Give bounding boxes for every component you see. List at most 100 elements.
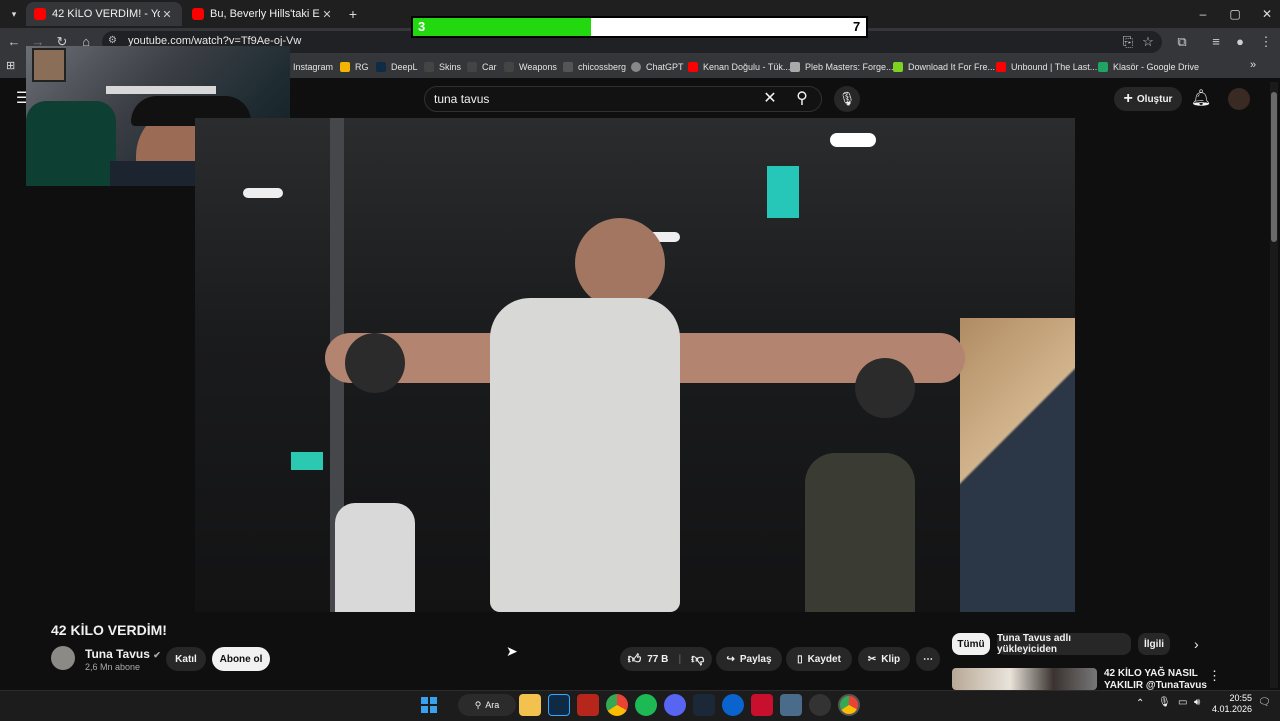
chatgpt-icon	[631, 62, 641, 72]
minimize-button[interactable]: –	[1186, 4, 1220, 24]
mouse-cursor-icon: ➤	[506, 643, 518, 659]
app-icon[interactable]	[751, 694, 773, 716]
notification-center-icon[interactable]: 🗨︎	[1258, 697, 1271, 708]
bookmark-item[interactable]: Weapons	[504, 58, 557, 76]
share-icon: ↪	[726, 653, 735, 665]
bookmark-item[interactable]: Klasör - Google Drive	[1098, 58, 1199, 76]
bookmark-item[interactable]: Pleb Masters: Forge...	[790, 58, 894, 76]
like-count[interactable]: 77 B	[647, 654, 668, 665]
new-tab-button[interactable]: +	[344, 6, 362, 22]
bookmark-favicon-icon	[504, 62, 514, 72]
account-avatar[interactable]	[1228, 88, 1250, 110]
close-window-button[interactable]: ✕	[1250, 4, 1280, 24]
subscribe-button[interactable]: Abone ol	[212, 647, 270, 671]
back-icon[interactable]: ←	[4, 32, 24, 52]
chip-related[interactable]: İlgili	[1138, 633, 1170, 655]
more-bookmarks-icon[interactable]: »	[1250, 59, 1256, 71]
recommendation-menu-icon[interactable]: ⋮	[1208, 668, 1221, 684]
cast-icon[interactable]: ⎘	[1118, 32, 1138, 52]
discord-icon[interactable]	[664, 694, 686, 716]
share-button[interactable]: ↪ Paylaş	[716, 647, 782, 671]
filezilla-icon[interactable]	[577, 694, 599, 716]
bookmark-item[interactable]: Download It For Fre...	[893, 58, 995, 76]
verified-icon: ✔	[153, 650, 161, 660]
bookmark-item[interactable]: RG	[340, 58, 369, 76]
tab-close-icon[interactable]: ✕	[160, 8, 174, 21]
profile-icon[interactable]: ●	[1230, 32, 1250, 52]
tab-title: 42 KİLO VERDİM! - YouTube	[52, 8, 160, 20]
apps-grid-icon[interactable]: ⊞	[6, 59, 15, 72]
subscriber-count: 2,6 Mn abone	[85, 662, 141, 672]
bookmark-favicon-icon	[893, 62, 903, 72]
reading-list-icon[interactable]: ≡	[1206, 32, 1226, 52]
edge-icon[interactable]	[722, 694, 744, 716]
like-icon[interactable]: 👍︎	[628, 651, 642, 667]
site-info-icon[interactable]: ⚙	[108, 35, 117, 46]
app-icon[interactable]	[780, 694, 802, 716]
notifications-icon[interactable]: 🔔︎	[1188, 86, 1214, 112]
voice-search-button[interactable]: 🎙︎	[834, 86, 860, 112]
scrollbar-thumb[interactable]	[1271, 92, 1277, 242]
chip-from-uploader[interactable]: Tuna Tavus adlı yükleyiciden	[997, 633, 1131, 655]
bookmark-favicon-icon	[376, 62, 386, 72]
file-explorer-icon[interactable]	[519, 694, 541, 716]
tab-list-button[interactable]: ▾	[6, 6, 22, 22]
youtube-favicon-icon	[996, 62, 1006, 72]
bookmark-item[interactable]: Instagram	[293, 58, 333, 76]
volume-icon[interactable]: 🔊︎	[1194, 697, 1200, 708]
chrome-icon[interactable]	[606, 694, 628, 716]
restore-button[interactable]: ▢	[1218, 4, 1252, 24]
exit-sign	[767, 166, 799, 218]
bookmark-item[interactable]: ChatGPT	[631, 58, 684, 76]
taskbar-search[interactable]: ⚲ Ara	[458, 694, 516, 716]
network-icon[interactable]: ▭	[1178, 697, 1187, 708]
scissors-icon: ✂	[867, 653, 877, 665]
system-clock[interactable]: 20:55 4.01.2026	[1212, 693, 1252, 715]
tab-active[interactable]: 42 KİLO VERDİM! - YouTube ✕	[26, 2, 182, 26]
bookmark-item[interactable]: Car	[467, 58, 497, 76]
channel-name[interactable]: Tuna Tavus ✔	[85, 647, 161, 661]
extensions-icon[interactable]: ⧉	[1172, 32, 1192, 52]
bookmark-item[interactable]: chicossberg	[563, 58, 626, 76]
video-player[interactable]	[195, 118, 1075, 612]
browser-menu-icon[interactable]: ⋮	[1256, 32, 1276, 52]
more-actions-button[interactable]: ⋯	[916, 647, 940, 671]
chrome-active-icon[interactable]	[838, 694, 860, 716]
bookmark-item[interactable]: DeepL	[376, 58, 418, 76]
photoshop-icon[interactable]	[548, 694, 570, 716]
dumbbell-right	[855, 358, 915, 418]
wall-shelf	[106, 86, 216, 94]
background-person	[335, 503, 415, 612]
bookmark-item[interactable]: Skins	[424, 58, 461, 76]
bookmark-star-icon[interactable]: ☆	[1138, 32, 1158, 52]
bookmark-item[interactable]: Unbound | The Last...	[996, 58, 1097, 76]
save-button[interactable]: ▯ Kaydet	[786, 647, 852, 671]
subscriber-goal-start: 3	[418, 19, 426, 34]
search-icon[interactable]: ⚲	[789, 86, 815, 112]
dislike-icon[interactable]: 👎︎	[691, 651, 704, 667]
chevron-right-icon[interactable]: ›	[1194, 636, 1199, 652]
divider: |	[678, 653, 682, 665]
recommendation-thumbnail[interactable]	[952, 668, 1097, 690]
bookmark-item[interactable]: Kenan Doğulu - Tük...	[688, 58, 790, 76]
youtube-favicon-icon	[688, 62, 698, 72]
spotify-icon[interactable]	[635, 694, 657, 716]
tray-overflow-icon[interactable]: ⌃	[1136, 698, 1144, 709]
athlete-tank-top	[490, 298, 680, 612]
search-input[interactable]: tuna tavus	[434, 92, 489, 106]
plus-icon: +	[1123, 90, 1133, 107]
chip-all[interactable]: Tümü	[952, 633, 990, 655]
join-button[interactable]: Katıl	[166, 647, 206, 671]
steam-icon[interactable]	[693, 694, 715, 716]
start-menu-icon[interactable]	[418, 694, 440, 716]
tab-inactive[interactable]: Bu, Beverly Hills'taki EN İYİ ev! ✕	[184, 2, 342, 26]
obs-icon[interactable]	[809, 694, 831, 716]
clear-search-icon[interactable]: ✕	[757, 86, 783, 112]
bookmark-favicon-icon	[563, 62, 573, 72]
clip-button[interactable]: ✂ Klip	[858, 647, 910, 671]
create-button[interactable]: + Oluştur	[1114, 87, 1182, 111]
channel-avatar[interactable]	[51, 646, 75, 670]
recommendation-title[interactable]: 42 KİLO YAĞ NASIL YAKILIR @TunaTavus	[1104, 668, 1214, 692]
tab-close-icon[interactable]: ✕	[320, 8, 334, 21]
microphone-icon[interactable]: 🎙︎	[1158, 697, 1171, 708]
